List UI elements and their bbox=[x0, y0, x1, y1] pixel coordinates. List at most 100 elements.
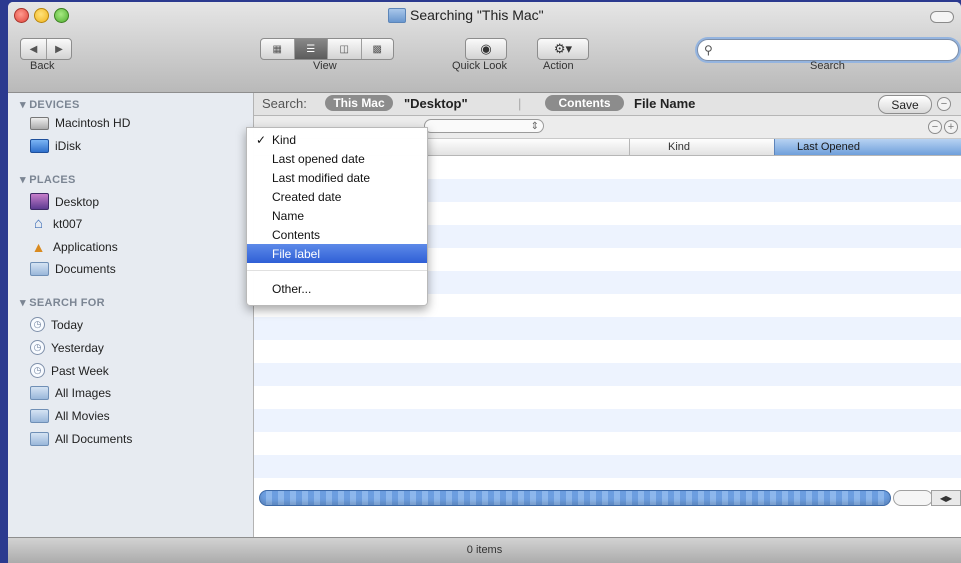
menu-item-created-date[interactable]: Created date bbox=[247, 187, 427, 206]
horizontal-scrollbar[interactable]: ◀▶ bbox=[259, 490, 961, 506]
menu-item-file-label[interactable]: File label bbox=[247, 244, 427, 263]
sidebar-item-macintosh-hd[interactable]: Macintosh HD bbox=[30, 116, 130, 130]
column-last-opened[interactable]: Last Opened bbox=[774, 139, 961, 155]
search-input[interactable]: ⚲ bbox=[697, 39, 959, 61]
sidebar-item-label: All Movies bbox=[55, 409, 110, 423]
applications-icon: ▲ bbox=[31, 238, 46, 255]
sidebar-item-all-movies[interactable]: All Movies bbox=[30, 409, 110, 423]
menu-item-contents[interactable]: Contents bbox=[247, 225, 427, 244]
menu-item-label: Last opened date bbox=[272, 151, 365, 166]
places-header-text: PLACES bbox=[29, 174, 76, 186]
sidebar-item-all-documents[interactable]: All Documents bbox=[30, 432, 132, 446]
sidebar-header-devices[interactable]: ▾ DEVICES bbox=[20, 98, 80, 111]
smart-folder-icon bbox=[30, 386, 49, 400]
checkmark-icon: ✓ bbox=[256, 132, 267, 147]
sidebar-item-label: Yesterday bbox=[51, 340, 104, 355]
menu-item-other[interactable]: Other... bbox=[247, 279, 427, 298]
status-bar: 0 items bbox=[8, 537, 961, 563]
back-arrow-icon[interactable]: ◀ bbox=[21, 39, 47, 59]
sidebar-item-label: kt007 bbox=[53, 216, 83, 231]
sidebar-item-applications[interactable]: ▲ Applications bbox=[30, 238, 118, 255]
column-kind[interactable]: Kind bbox=[629, 139, 774, 155]
sidebar-item-yesterday[interactable]: ◷ Yesterday bbox=[30, 340, 104, 355]
remove-search-icon[interactable]: − bbox=[937, 97, 951, 111]
add-criteria-icon[interactable]: + bbox=[944, 120, 958, 134]
clock-icon: ◷ bbox=[30, 363, 45, 378]
window-title: Searching "This Mac" bbox=[388, 7, 544, 23]
quick-look-button[interactable]: ◉ bbox=[465, 38, 507, 60]
sidebar-item-label: All Documents bbox=[55, 432, 133, 446]
search-scope-label: Search: bbox=[262, 96, 307, 111]
scope-desktop-button[interactable]: "Desktop" bbox=[404, 96, 468, 111]
icon-view-icon[interactable]: ▦ bbox=[261, 39, 295, 59]
sidebar-item-label: Macintosh HD bbox=[55, 116, 131, 130]
sidebar: ▾ DEVICES Macintosh HD iDisk ▾ PLACES De… bbox=[8, 93, 254, 537]
menu-item-last-opened-date[interactable]: Last opened date bbox=[247, 149, 427, 168]
clock-icon: ◷ bbox=[30, 317, 45, 332]
search-icon: ⚲ bbox=[704, 43, 713, 57]
sidebar-item-label: Applications bbox=[53, 239, 118, 254]
toolbar-toggle-button[interactable] bbox=[930, 11, 954, 23]
sidebar-item-label: Today bbox=[51, 317, 84, 332]
scope-this-mac-button[interactable]: This Mac bbox=[325, 95, 393, 111]
action-button[interactable]: ⚙▾ bbox=[537, 38, 589, 60]
menu-item-name[interactable]: Name bbox=[247, 206, 427, 225]
forward-arrow-icon[interactable]: ▶ bbox=[47, 39, 71, 59]
view-label: View bbox=[313, 60, 337, 72]
menu-item-kind[interactable]: ✓ Kind bbox=[247, 130, 427, 149]
sidebar-header-places[interactable]: ▾ PLACES bbox=[20, 173, 76, 186]
close-button[interactable] bbox=[14, 8, 29, 23]
items-count: 0 items bbox=[466, 544, 503, 556]
menu-item-label: Name bbox=[272, 208, 305, 223]
window-title-text: Searching "This Mac" bbox=[410, 7, 544, 23]
menu-item-label: Last modified date bbox=[272, 170, 371, 185]
criteria-popup[interactable]: ⇕ bbox=[424, 119, 544, 133]
scope-divider: | bbox=[518, 96, 522, 111]
scroll-arrows-icon[interactable]: ◀▶ bbox=[931, 490, 961, 506]
menu-item-label: Created date bbox=[272, 189, 342, 204]
menu-item-last-modified-date[interactable]: Last modified date bbox=[247, 168, 427, 187]
zoom-button[interactable] bbox=[54, 8, 69, 23]
idisk-icon bbox=[30, 139, 49, 153]
desktop-icon bbox=[30, 193, 49, 210]
sidebar-header-search-for[interactable]: ▾ SEARCH FOR bbox=[20, 296, 105, 309]
sidebar-item-desktop[interactable]: Desktop bbox=[30, 193, 99, 210]
scrollbar-thumb[interactable] bbox=[259, 490, 891, 506]
contents-button[interactable]: Contents bbox=[545, 95, 624, 111]
sidebar-item-label: All Images bbox=[55, 386, 112, 400]
menu-separator bbox=[247, 270, 427, 271]
menu-item-label: Other... bbox=[272, 281, 312, 296]
list-view-icon[interactable]: ☰ bbox=[294, 39, 328, 59]
menu-item-label: Contents bbox=[272, 227, 321, 242]
menu-item-label: File label bbox=[272, 246, 321, 261]
search-for-header-text: SEARCH FOR bbox=[29, 297, 105, 309]
remove-criteria-icon[interactable]: − bbox=[928, 120, 942, 134]
column-view-icon[interactable]: ◫ bbox=[328, 39, 362, 59]
sidebar-item-documents[interactable]: Documents bbox=[30, 262, 116, 276]
eye-icon: ◉ bbox=[480, 41, 492, 56]
sidebar-item-label: Past Week bbox=[51, 363, 109, 378]
minimize-button[interactable] bbox=[34, 8, 49, 23]
sidebar-item-today[interactable]: ◷ Today bbox=[30, 317, 83, 332]
sidebar-item-all-images[interactable]: All Images bbox=[30, 386, 111, 400]
view-mode-control: ▦ ☰ ◫ ▩ bbox=[260, 38, 394, 60]
coverflow-view-icon[interactable]: ▩ bbox=[362, 39, 394, 59]
popup-arrows-icon: ⇕ bbox=[530, 120, 539, 132]
hard-disk-icon bbox=[30, 116, 49, 130]
scrollbar-track-end bbox=[893, 490, 933, 506]
gear-icon: ⚙▾ bbox=[553, 41, 573, 56]
devices-header-text: DEVICES bbox=[29, 99, 80, 111]
sidebar-item-label: Desktop bbox=[55, 194, 100, 209]
home-icon: ⌂ bbox=[33, 215, 44, 232]
finder-window: Searching "This Mac" ◀ ▶ Back ▦ ☰ ◫ ▩ Vi… bbox=[8, 2, 961, 563]
smart-folder-icon bbox=[30, 409, 49, 423]
back-forward-control: ◀ ▶ bbox=[20, 38, 72, 60]
action-label: Action bbox=[543, 60, 574, 72]
sidebar-item-idisk[interactable]: iDisk bbox=[30, 139, 81, 153]
file-name-button[interactable]: File Name bbox=[634, 96, 695, 111]
smart-folder-icon bbox=[30, 432, 49, 446]
sidebar-item-past-week[interactable]: ◷ Past Week bbox=[30, 363, 109, 378]
smart-folder-icon bbox=[388, 7, 406, 23]
save-button[interactable]: Save bbox=[878, 95, 932, 114]
sidebar-item-kt007[interactable]: ⌂ kt007 bbox=[30, 215, 83, 232]
